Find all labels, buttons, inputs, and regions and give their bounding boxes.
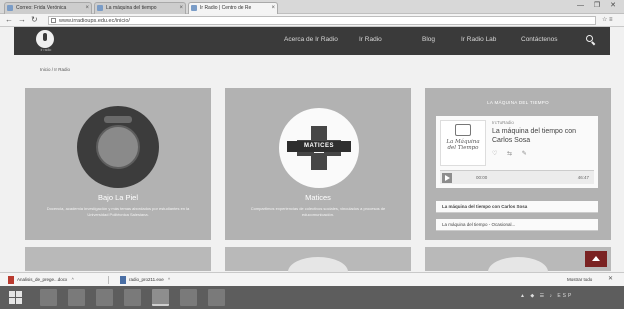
close-icon[interactable]: × — [179, 3, 183, 14]
playlist-item[interactable]: La máquina del tiempo - Ocasional... — [436, 219, 598, 231]
nav-item-acerca[interactable]: Acerca de Ir Radio — [284, 36, 338, 43]
podcast-user[interactable]: IrcTuRadio — [492, 120, 514, 125]
tab-correo[interactable]: Correo: Frida Verónica × — [4, 2, 92, 14]
mail-icon — [7, 5, 13, 11]
tab-maquina[interactable]: La máquina del tiempo × — [94, 2, 186, 14]
document-icon — [8, 276, 14, 284]
system-tray[interactable]: ▲ ◆ ☰ ♪ ESP — [520, 293, 573, 299]
divider — [108, 276, 109, 284]
close-icon[interactable]: × — [271, 3, 275, 14]
close-icon[interactable]: ✕ — [608, 275, 613, 282]
widget-header: LA MÁQUINA DEL TIEMPO — [487, 100, 549, 105]
program-card-matices[interactable]: MATICES Matices Compartimos experiencias… — [225, 88, 411, 240]
breadcrumb[interactable]: Inicio / Ir Radio — [40, 67, 70, 72]
card-description: Compartimos experiencias de colectivos s… — [250, 206, 386, 217]
program-card[interactable] — [225, 247, 411, 287]
card-title[interactable]: Matices — [225, 193, 411, 202]
windows-start-icon[interactable] — [7, 289, 24, 306]
program-card[interactable] — [25, 247, 211, 271]
taskbar: ▲ ◆ ☰ ♪ ESP — [0, 286, 624, 309]
tab-irradio[interactable]: Ir Radio | Centro de Re × — [188, 2, 278, 14]
download-filename: Analisis_de_prege...docx — [17, 277, 68, 282]
reload-icon[interactable]: ↻ — [31, 15, 38, 25]
microphone-logo-icon[interactable] — [36, 30, 54, 48]
program-emblem — [77, 106, 159, 188]
card-title[interactable]: Bajo La Piel — [25, 193, 211, 202]
scroll-to-top-button[interactable] — [585, 251, 607, 267]
tab-label: La máquina del tiempo — [106, 5, 157, 11]
screen: Correo: Frida Verónica × La máquina del … — [0, 0, 624, 309]
logo-subtext: ir radio — [40, 48, 52, 52]
url-field[interactable]: www.irradioups.edu.ec/inicio/ — [48, 16, 596, 25]
app-icon[interactable] — [124, 289, 141, 306]
emblem-text: MATICES — [287, 141, 351, 152]
arrow-right-icon[interactable]: → — [18, 15, 26, 25]
time-total: 46:47 — [577, 175, 589, 180]
close-icon[interactable]: × — [85, 3, 89, 14]
extension-icons[interactable]: ☆ ≡ — [602, 15, 613, 25]
address-bar: ← → ↻ www.irradioups.edu.ec/inicio/ ☆ ≡ — [0, 14, 624, 27]
play-icon[interactable] — [442, 173, 452, 183]
podcast-cover[interactable]: La Máquina del Tiempo — [440, 120, 486, 166]
download-filename: radio_pro211.exe — [129, 277, 164, 282]
word-icon[interactable] — [208, 289, 225, 306]
site-header: ir radio Acerca de Ir Radio Ir Radio Blo… — [14, 27, 610, 55]
nav-item-contacto[interactable]: Contáctenos — [521, 36, 558, 43]
cover-text: La Máquina del Tiempo — [446, 139, 480, 151]
download-item[interactable]: radio_pro211.exe ^ — [120, 275, 170, 285]
browser-tabstrip: Correo: Frida Verónica × La máquina del … — [0, 0, 624, 14]
search-icon[interactable] — [586, 35, 593, 42]
page-icon — [97, 5, 103, 11]
internet-explorer-icon[interactable] — [40, 289, 57, 306]
page-icon — [191, 5, 197, 11]
store-icon[interactable] — [96, 289, 113, 306]
arrow-left-icon[interactable]: ← — [5, 15, 13, 25]
player-controls: 00:00 46:47 — [440, 170, 594, 184]
podcast-widget-card: LA MÁQUINA DEL TIEMPO La Máquina del Tie… — [425, 88, 611, 240]
matices-emblem: MATICES — [279, 108, 359, 188]
podcast-title[interactable]: La máquina del tiempo con Carlos Sosa — [492, 127, 594, 145]
file-icon — [120, 276, 126, 284]
downloads-bar: Analisis_de_prege...docx ^ radio_pro211.… — [0, 272, 624, 286]
chevron-up-icon[interactable]: ^ — [168, 277, 170, 282]
tab-label: Ir Radio | Centro de Re — [200, 5, 252, 11]
nav-item-lab[interactable]: Ir Radio Lab — [461, 36, 496, 43]
nav-item-irradio[interactable]: Ir Radio — [359, 36, 382, 43]
page-icon — [51, 18, 56, 23]
chevron-up-icon[interactable]: ^ — [72, 277, 74, 282]
chrome-icon[interactable] — [152, 289, 169, 306]
time-current: 00:00 — [476, 175, 488, 180]
download-item[interactable]: Analisis_de_prege...docx ^ — [8, 275, 74, 285]
podcast-logo-icon — [455, 124, 471, 136]
tab-label: Correo: Frida Verónica — [16, 5, 67, 11]
card-description: Docencia, academia investigación y más t… — [46, 206, 190, 217]
url-text: www.irradioups.edu.ec/inicio/ — [59, 18, 130, 24]
program-card-bajo-la-piel[interactable]: Bajo La Piel Docencia, academia investig… — [25, 88, 211, 240]
playlist-item[interactable]: La máquina del tiempo con Carlos Sosa — [436, 201, 598, 213]
nav-item-blog[interactable]: Blog — [422, 36, 435, 43]
show-all-downloads-link[interactable]: Mostrar todo — [567, 276, 592, 284]
program-card[interactable] — [425, 247, 611, 287]
player-action-icons[interactable]: ♡ ⇆ ✎ — [492, 150, 531, 157]
file-explorer-icon[interactable] — [68, 289, 85, 306]
app-icon[interactable] — [180, 289, 197, 306]
window-controls[interactable]: — ❐ ✕ — [577, 1, 620, 9]
audio-player: La Máquina del Tiempo IrcTuRadio La máqu… — [436, 116, 598, 188]
